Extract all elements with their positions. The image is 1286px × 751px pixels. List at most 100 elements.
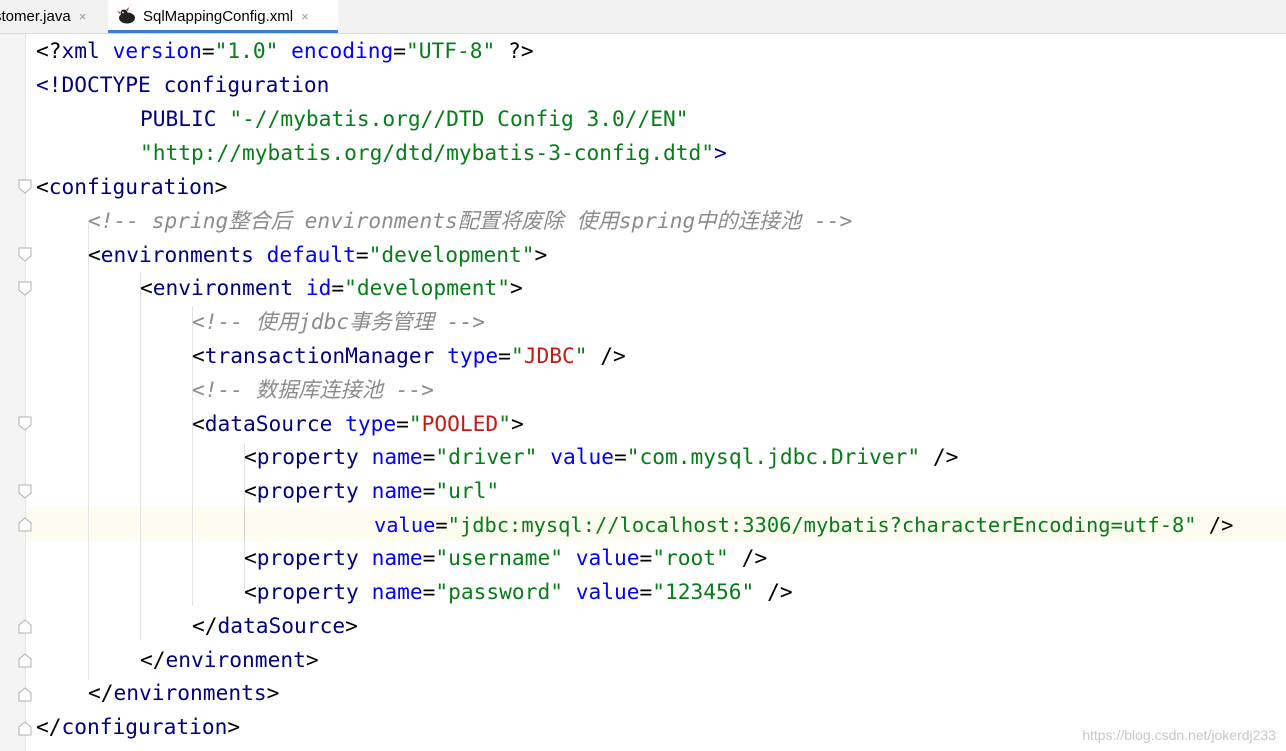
fold-open-icon[interactable]: [17, 484, 33, 500]
token: />: [1196, 513, 1234, 537]
fold-close-icon[interactable]: [17, 720, 33, 736]
code-line-13[interactable]: <property name="driver" value="com.mysql…: [244, 440, 958, 474]
token: version: [112, 38, 202, 63]
token: </: [36, 714, 62, 739]
fold-close-icon[interactable]: [17, 686, 33, 702]
token: =: [393, 38, 406, 63]
token: configuration: [163, 72, 330, 97]
token: />: [728, 545, 768, 570]
token: "123456": [652, 579, 755, 604]
token: =: [331, 275, 345, 300]
indent-guide: [88, 220, 89, 680]
editor-gutter: [0, 34, 25, 751]
token: <?: [36, 38, 62, 63]
close-icon[interactable]: ×: [79, 9, 87, 24]
mybatis-bird-icon: [117, 7, 137, 25]
code-line-19[interactable]: </environment>: [140, 643, 319, 677]
code-line-12[interactable]: <dataSource type="POOLED">: [192, 407, 524, 441]
tab-customer-java[interactable]: stomer.java ×: [0, 0, 108, 33]
fold-open-icon[interactable]: [17, 281, 33, 297]
code-line-15[interactable]: value="jdbc:mysql://localhost:3306/mybat…: [374, 508, 1233, 542]
token: ": [408, 411, 422, 436]
token: default: [266, 242, 356, 267]
token: =: [422, 444, 436, 469]
code-line-11[interactable]: <!-- 数据库连接池 -->: [192, 373, 434, 407]
token: =: [201, 38, 215, 63]
code-line-20[interactable]: </environments>: [88, 676, 279, 710]
token: >: [266, 680, 280, 705]
fold-open-icon[interactable]: [17, 179, 33, 195]
token: ": [574, 343, 588, 368]
comment: <!-- 数据库连接池 -->: [192, 377, 434, 402]
fold-open-icon[interactable]: [17, 247, 33, 263]
token: POOLED: [421, 411, 499, 436]
code-line-8[interactable]: <environment id="development">: [140, 271, 523, 305]
token: <: [140, 275, 153, 300]
token: >: [534, 242, 548, 267]
token: environments: [100, 242, 254, 267]
token: >: [214, 174, 228, 199]
code-line-1[interactable]: <?xml version="1.0" encoding="UTF-8" ?>: [36, 34, 534, 68]
code-line-5[interactable]: <configuration>: [36, 170, 227, 204]
token: encoding: [291, 38, 394, 63]
code-line-9[interactable]: <!-- 使用jdbc事务管理 -->: [192, 305, 485, 339]
token: dataSource: [204, 411, 333, 436]
token: =: [396, 411, 409, 436]
token: PUBLIC: [140, 106, 217, 131]
token: />: [587, 343, 626, 368]
token: =: [422, 545, 436, 570]
token: </: [140, 647, 166, 672]
token: "http://mybatis.org/dtd/mybatis-3-config…: [140, 140, 715, 165]
comment: <!-- spring整合后 environments配置将废除 使用sprin…: [88, 208, 853, 233]
fold-close-icon[interactable]: [17, 618, 33, 634]
token: "-//mybatis.org//DTD Config 3.0//EN": [229, 106, 689, 131]
fold-close-icon[interactable]: [17, 516, 33, 532]
token: "com.mysql.jdbc.Driver": [626, 444, 921, 469]
token: "jdbc:mysql://localhost:3306/mybatis?cha…: [447, 513, 1197, 537]
token: JDBC: [523, 343, 575, 368]
token: =: [614, 444, 627, 469]
code-line-3[interactable]: PUBLIC "-//mybatis.org//DTD Config 3.0//…: [140, 102, 689, 136]
token: </: [192, 613, 218, 638]
code-line-17[interactable]: <property name="password" value="123456"…: [244, 575, 793, 609]
tab-label: SqlMappingConfig.xml: [143, 7, 294, 25]
code-line-2[interactable]: <!DOCTYPE configuration: [36, 68, 329, 102]
comment: <!-- 使用jdbc事务管理 -->: [192, 309, 485, 334]
token: =: [639, 545, 653, 570]
code-line-18[interactable]: </dataSource>: [192, 609, 358, 643]
code-line-14[interactable]: <property name="url": [244, 474, 499, 508]
token: environments: [113, 680, 267, 705]
code-line-7[interactable]: <environments default="development">: [88, 238, 547, 272]
token: "root": [652, 545, 729, 570]
token: ": [510, 343, 524, 368]
token: >: [345, 613, 358, 638]
token: =: [435, 513, 448, 537]
token: value: [575, 545, 640, 570]
code-line-6[interactable]: <!-- spring整合后 environments配置将废除 使用sprin…: [88, 204, 852, 238]
token: property: [256, 444, 359, 469]
fold-open-icon[interactable]: [17, 416, 33, 432]
token: property: [256, 478, 359, 503]
token: configuration: [48, 174, 215, 199]
token: "UTF-8": [406, 38, 496, 63]
token: "url": [435, 478, 500, 503]
token: type: [345, 411, 397, 436]
code-line-4[interactable]: "http://mybatis.org/dtd/mybatis-3-config…: [140, 136, 727, 170]
code-line-16[interactable]: <property name="username" value="root" /…: [244, 541, 767, 575]
close-icon[interactable]: ×: [301, 9, 309, 24]
token: </: [88, 680, 114, 705]
tab-sqlmappingconfig-xml[interactable]: SqlMappingConfig.xml ×: [108, 0, 338, 33]
token: <: [244, 444, 257, 469]
fold-close-icon[interactable]: [17, 652, 33, 668]
code-line-10[interactable]: <transactionManager type="JDBC" />: [192, 339, 626, 373]
token: >: [714, 140, 727, 165]
token: property: [256, 545, 359, 570]
token: "1.0": [214, 38, 279, 63]
token: id: [305, 275, 332, 300]
tab-label: stomer.java: [0, 8, 71, 25]
token: name: [371, 545, 423, 570]
token: transactionManager: [204, 343, 435, 368]
token: <: [244, 579, 257, 604]
code-line-21[interactable]: </configuration>: [36, 710, 240, 744]
token: value: [575, 579, 640, 604]
